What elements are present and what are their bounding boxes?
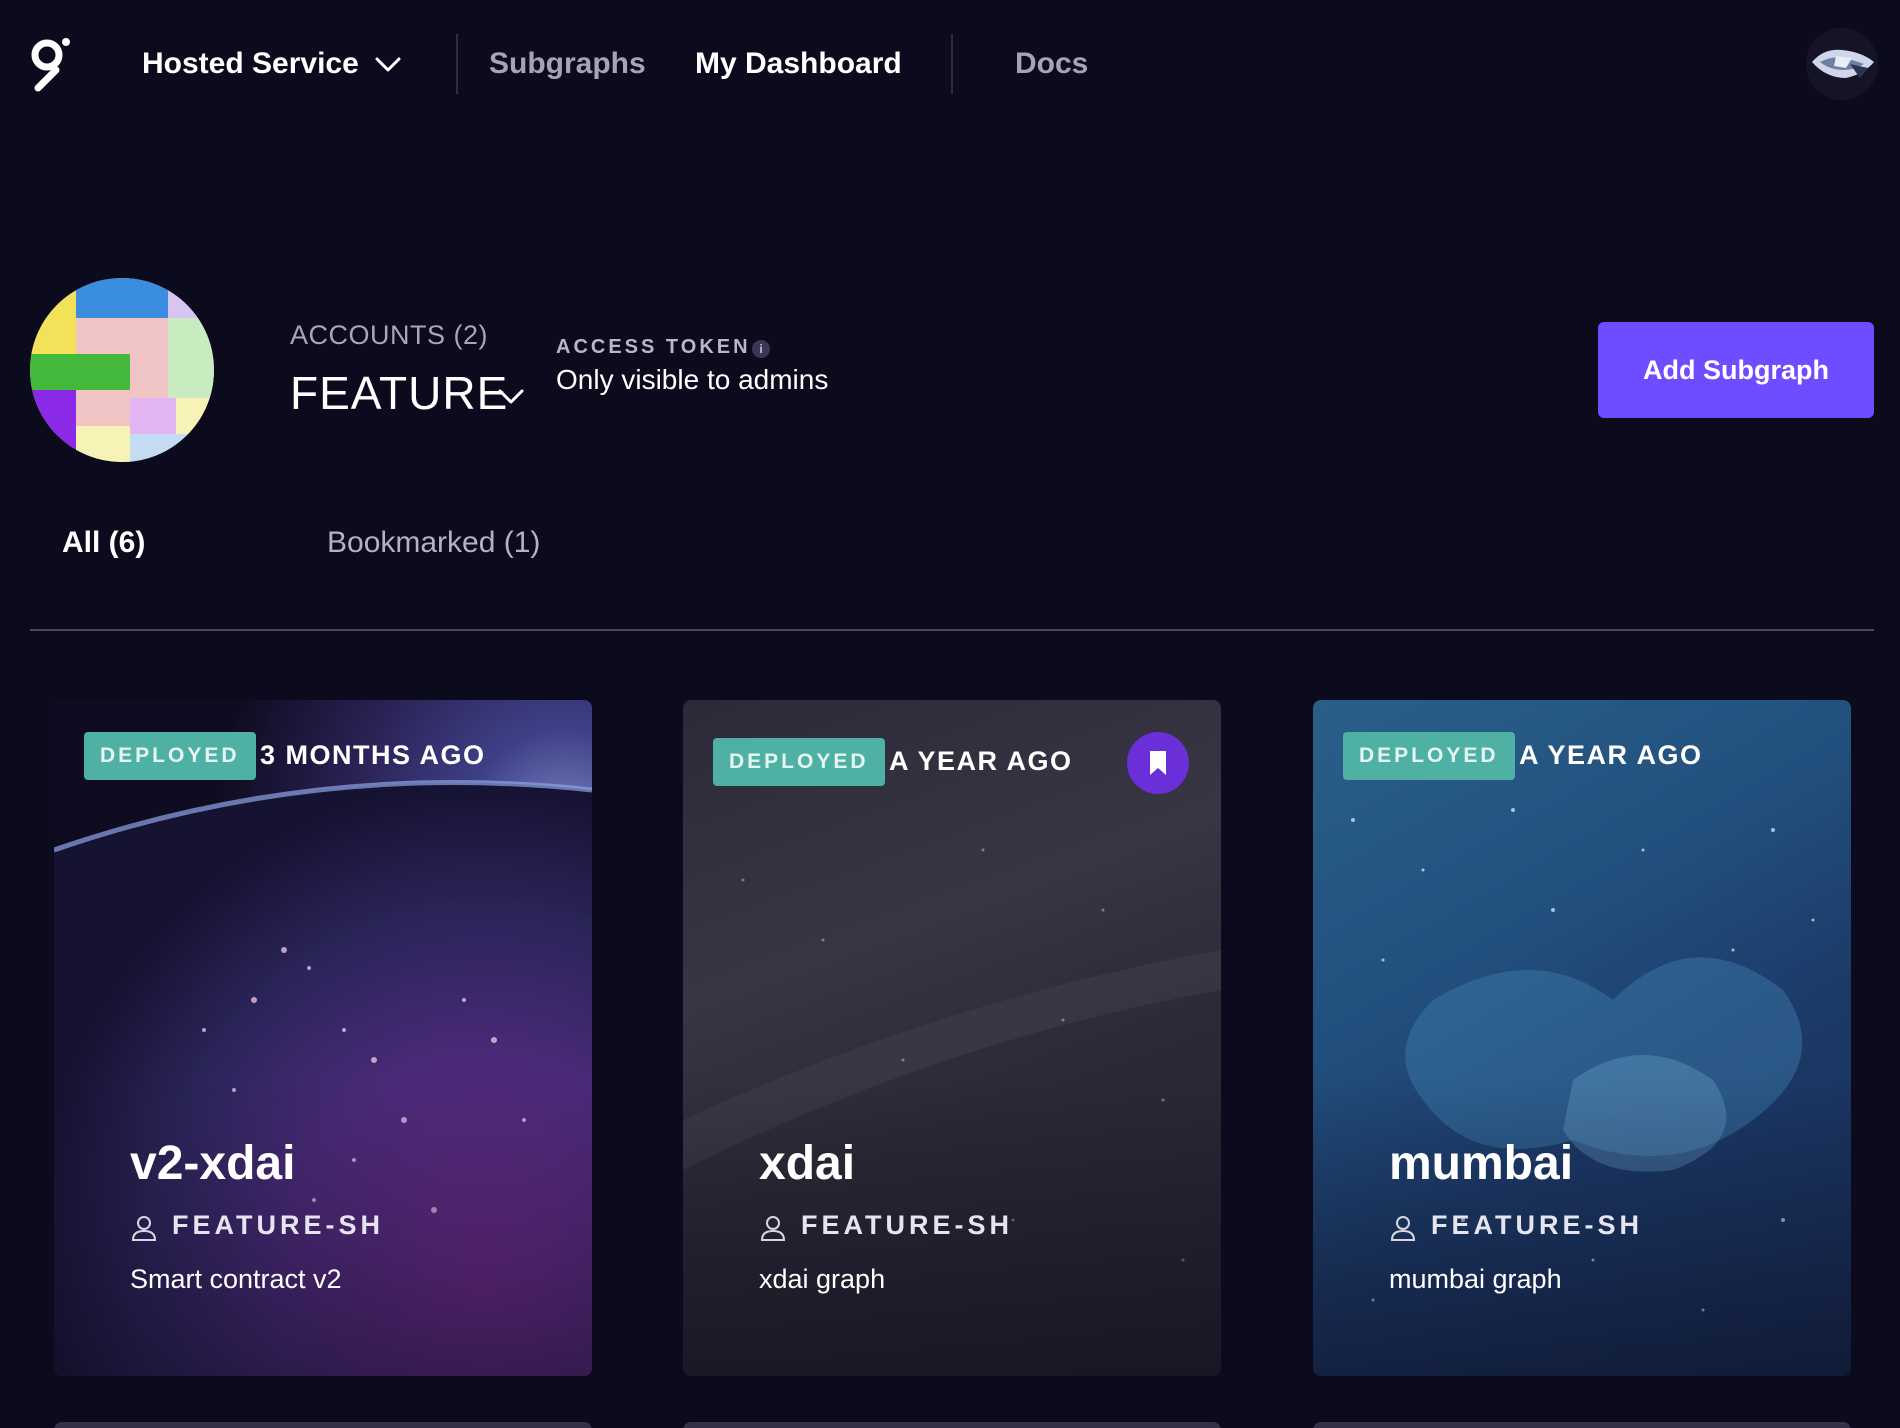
subgraph-owner: FEATURE-SH (172, 1210, 384, 1240)
hosted-service-menu[interactable]: Hosted Service (142, 44, 359, 84)
user-avatar[interactable] (1806, 28, 1878, 100)
nav-divider (456, 34, 458, 94)
tab-all[interactable]: All (6) (62, 526, 145, 560)
subgraph-card[interactable]: DEPLOYED A YEAR AGO mumbai FEATURE-SH mu… (1313, 700, 1851, 1376)
subgraph-card-peek[interactable] (683, 1422, 1221, 1428)
subgraph-card-peek[interactable] (1313, 1422, 1851, 1428)
subgraph-description: mumbai graph (1389, 1264, 1562, 1294)
nav-link-my-dashboard[interactable]: My Dashboard (695, 44, 902, 84)
subgraph-card[interactable]: DEPLOYED A YEAR AGO xdai FEATURE-SH xdai… (683, 700, 1221, 1376)
accounts-label: ACCOUNTS (2) (290, 320, 489, 350)
dashboard-page: Hosted Service Subgraphs My Dashboard Do… (0, 0, 1900, 1428)
tabs-divider (30, 629, 1874, 631)
subgraph-owner: FEATURE-SH (801, 1210, 1013, 1240)
add-subgraph-button[interactable]: Add Subgraph (1598, 322, 1874, 418)
user-icon (760, 1216, 786, 1241)
account-selector[interactable]: FEATURE (290, 366, 508, 420)
subgraph-title: mumbai (1389, 1137, 1574, 1190)
subgraph-owner: FEATURE-SH (1431, 1210, 1643, 1240)
access-token-value: Only visible to admins (556, 364, 829, 395)
status-badge: DEPLOYED (713, 738, 885, 786)
status-badge: DEPLOYED (84, 732, 256, 780)
nav-divider (951, 34, 953, 94)
subgraph-title: v2-xdai (130, 1137, 296, 1190)
info-icon[interactable]: i (752, 340, 770, 358)
access-token-label: ACCESS TOKEN (556, 336, 751, 358)
bookmark-button[interactable] (1127, 732, 1189, 794)
top-nav: Hosted Service Subgraphs My Dashboard Do… (0, 0, 1900, 130)
nav-link-subgraphs[interactable]: Subgraphs (489, 44, 646, 84)
subgraph-description: Smart contract v2 (130, 1264, 342, 1294)
chevron-down-icon[interactable] (496, 384, 526, 408)
chevron-down-icon[interactable] (374, 52, 402, 76)
subgraph-card-peek[interactable] (54, 1422, 592, 1428)
deployed-time: 3 MONTHS AGO (260, 740, 486, 770)
subgraph-description: xdai graph (759, 1264, 886, 1294)
deployed-time: A YEAR AGO (1519, 740, 1703, 770)
user-icon (1390, 1216, 1416, 1241)
avatar-image (1806, 28, 1878, 100)
deployed-time: A YEAR AGO (889, 746, 1073, 776)
nav-link-docs[interactable]: Docs (1015, 44, 1088, 84)
tab-bookmarked[interactable]: Bookmarked (1) (327, 526, 540, 560)
user-icon (131, 1216, 157, 1241)
subgraph-title: xdai (759, 1137, 856, 1190)
graph-logo-icon[interactable] (30, 36, 72, 92)
subgraph-card[interactable]: DEPLOYED 3 MONTHS AGO v2-xdai FEATURE-SH… (54, 700, 592, 1376)
status-badge: DEPLOYED (1343, 732, 1515, 780)
account-avatar (30, 278, 214, 462)
bookmark-icon (1150, 751, 1166, 775)
